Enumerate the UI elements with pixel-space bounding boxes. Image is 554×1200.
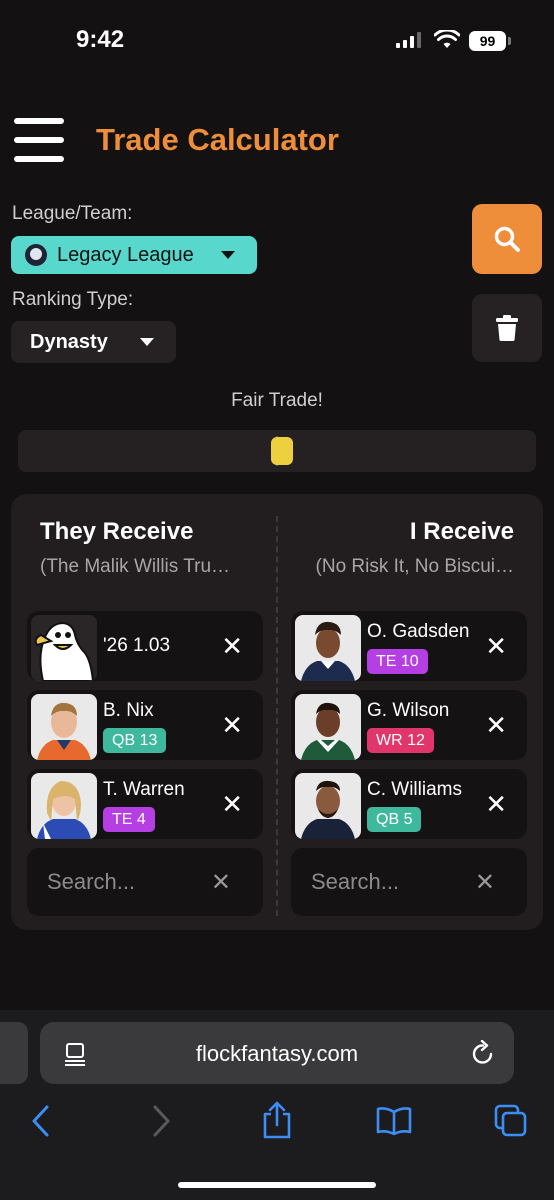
chevron-down-icon <box>140 338 154 346</box>
draft-pick-goose-logo <box>31 615 97 681</box>
player-photo <box>295 773 361 839</box>
trade-verdict: Fair Trade! <box>231 390 323 411</box>
cellular-signal-icon <box>396 32 421 48</box>
search-input-right[interactable] <box>311 862 461 902</box>
i-receive-team: (No Risk It, No Biscui… <box>315 556 514 577</box>
remove-item-button[interactable]: ✕ <box>221 791 243 817</box>
status-time: 9:42 <box>76 26 125 53</box>
league-avatar-icon <box>25 244 47 266</box>
player-name: O. Gadsden <box>367 621 470 642</box>
they-receive-title: They Receive <box>40 518 194 545</box>
trash-icon <box>496 315 518 341</box>
clear-search-button[interactable]: ✕ <box>211 868 231 897</box>
search-icon <box>494 226 520 252</box>
battery-icon: 99 <box>469 31 506 51</box>
player-name: C. Williams <box>367 779 462 800</box>
ranking-dropdown[interactable]: Dynasty <box>11 321 176 363</box>
trade-item-card[interactable]: O. Gadsden TE 10 ✕ <box>291 611 527 681</box>
trade-item-card[interactable]: C. Williams QB 5 ✕ <box>291 769 527 839</box>
remove-item-button[interactable]: ✕ <box>221 712 243 738</box>
status-bar: 9:42 99 <box>0 0 554 80</box>
remove-item-button[interactable]: ✕ <box>485 633 507 659</box>
player-name: G. Wilson <box>367 700 450 721</box>
reload-icon[interactable] <box>470 1040 496 1068</box>
player-name: '26 1.03 <box>103 635 171 656</box>
page-title: Trade Calculator <box>96 122 339 157</box>
i-receive-title: I Receive <box>409 518 514 545</box>
remove-item-button[interactable]: ✕ <box>221 633 243 659</box>
column-divider <box>276 516 278 916</box>
remove-item-button[interactable]: ✕ <box>485 712 507 738</box>
player-search-left: ✕ <box>27 848 263 916</box>
balance-marker <box>271 437 293 465</box>
book-icon[interactable] <box>376 1106 412 1136</box>
league-dropdown[interactable]: Legacy League <box>11 236 257 274</box>
home-indicator <box>178 1182 376 1188</box>
they-receive-team: (The Malik Willis Tru… <box>40 556 231 577</box>
chevron-left-icon[interactable] <box>30 1104 52 1138</box>
player-photo <box>31 773 97 839</box>
trade-item-card[interactable]: B. Nix QB 13 ✕ <box>27 690 263 760</box>
share-icon[interactable] <box>261 1100 293 1140</box>
position-rank-badge: QB 13 <box>103 728 167 753</box>
position-rank-badge: TE 10 <box>367 649 428 674</box>
remove-item-button[interactable]: ✕ <box>485 791 507 817</box>
player-photo <box>295 615 361 681</box>
clear-trade-button[interactable] <box>472 294 542 362</box>
player-name: B. Nix <box>103 700 154 721</box>
ranking-label: Ranking Type: <box>12 289 134 310</box>
search-button[interactable] <box>472 204 542 274</box>
trade-item-card[interactable]: T. Warren TE 4 ✕ <box>27 769 263 839</box>
tabs-icon[interactable] <box>494 1104 528 1138</box>
battery-tip <box>508 37 511 45</box>
clear-search-button[interactable]: ✕ <box>475 868 495 897</box>
trade-item-card[interactable]: G. Wilson WR 12 ✕ <box>291 690 527 760</box>
search-input-left[interactable] <box>47 862 197 902</box>
player-photo <box>295 694 361 760</box>
position-rank-badge: WR 12 <box>367 728 434 753</box>
ranking-value: Dynasty <box>30 330 108 353</box>
chevron-down-icon <box>221 251 235 259</box>
chevron-right-icon[interactable] <box>150 1104 172 1138</box>
position-rank-badge: TE 4 <box>103 807 155 832</box>
hamburger-icon[interactable] <box>14 118 64 162</box>
league-label: League/Team: <box>12 203 133 224</box>
player-search-right: ✕ <box>291 848 527 916</box>
position-rank-badge: QB 5 <box>367 807 422 832</box>
player-photo <box>31 694 97 760</box>
league-value: Legacy League <box>57 243 194 266</box>
trade-item-card[interactable]: '26 1.03 ✕ <box>27 611 263 681</box>
player-name: T. Warren <box>103 779 185 800</box>
wifi-icon <box>434 30 460 48</box>
